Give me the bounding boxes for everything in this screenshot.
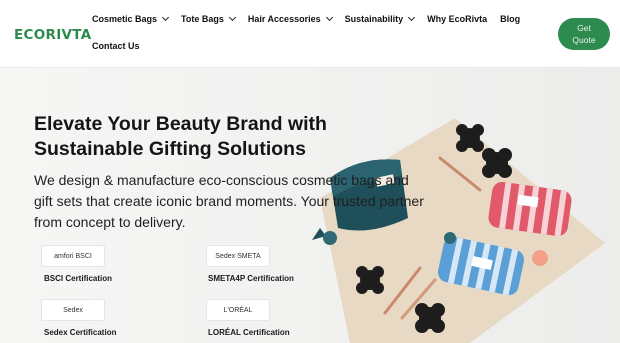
black-flower bbox=[482, 148, 512, 178]
chevron-down-icon bbox=[228, 13, 236, 22]
main-nav: Cosmetic Bags Tote Bags Hair Accessories… bbox=[92, 13, 533, 24]
cta-line-2: Quote bbox=[572, 35, 596, 45]
bsci-logo-text: amfori BSCI bbox=[54, 252, 92, 260]
nav-sustainability[interactable]: Sustainability bbox=[344, 13, 416, 24]
bsci-certification-label: BSCI Certification bbox=[44, 274, 113, 283]
get-quote-button[interactable]: Get Quote bbox=[558, 18, 610, 50]
nav-label: Tote Bags bbox=[181, 14, 224, 24]
brand-logo[interactable]: ECORIVTA bbox=[14, 27, 91, 43]
black-flower bbox=[415, 303, 445, 333]
nav-label: Sustainability bbox=[344, 14, 404, 24]
nav-why-ecorivta[interactable]: Why EcoRivta bbox=[427, 14, 487, 24]
nav-label: Why EcoRivta bbox=[427, 14, 488, 24]
chevron-down-icon bbox=[408, 13, 416, 22]
site-header: ECORIVTA Cosmetic Bags Tote Bags Hair Ac… bbox=[0, 0, 620, 68]
nav-contact-us[interactable]: Contact Us bbox=[92, 41, 140, 51]
cta-line-1: Get bbox=[577, 23, 591, 33]
hero-headline: Elevate Your Beauty Brand with Sustainab… bbox=[34, 113, 327, 160]
chevron-down-icon bbox=[325, 13, 333, 22]
nav-label: Contact Us bbox=[92, 41, 140, 51]
loreal-logo: L'ORÉAL bbox=[206, 299, 270, 321]
nav-tote-bags[interactable]: Tote Bags bbox=[181, 13, 236, 24]
black-flower bbox=[456, 124, 484, 152]
tassel bbox=[323, 231, 337, 245]
chevron-down-icon bbox=[161, 13, 170, 22]
bsci-logo: amfori BSCI bbox=[41, 245, 105, 267]
black-flower bbox=[356, 266, 384, 294]
tassel bbox=[444, 232, 456, 244]
smeta-certification-label: SMETA4P Certification bbox=[208, 274, 294, 283]
nav-label: Blog bbox=[500, 14, 521, 24]
nav-cosmetic-bags[interactable]: Cosmetic Bags bbox=[92, 13, 170, 24]
nav-label: Hair Accessories bbox=[247, 14, 321, 24]
hero-lead: We design & manufacture eco-conscious co… bbox=[34, 172, 424, 230]
nav-blog[interactable]: Blog bbox=[500, 14, 520, 24]
smeta-logo-text: Sedex SMETA bbox=[215, 252, 261, 260]
sedex-logo: Sedex bbox=[41, 299, 105, 321]
loreal-certification-label: LORÉAL Certification bbox=[208, 328, 290, 337]
main-nav-row2: Contact Us bbox=[92, 41, 153, 51]
loreal-logo-text: L'ORÉAL bbox=[223, 306, 253, 314]
hero-section: Elevate Your Beauty Brand with Sustainab… bbox=[0, 68, 620, 343]
nav-hair-accessories[interactable]: Hair Accessories bbox=[247, 13, 333, 24]
sedex-logo-text: Sedex bbox=[63, 306, 83, 314]
pink-sponge bbox=[532, 250, 548, 266]
nav-label: Cosmetic Bags bbox=[92, 14, 158, 24]
smeta-logo: Sedex SMETA bbox=[206, 245, 270, 267]
sedex-certification-label: Sedex Certification bbox=[44, 328, 117, 337]
